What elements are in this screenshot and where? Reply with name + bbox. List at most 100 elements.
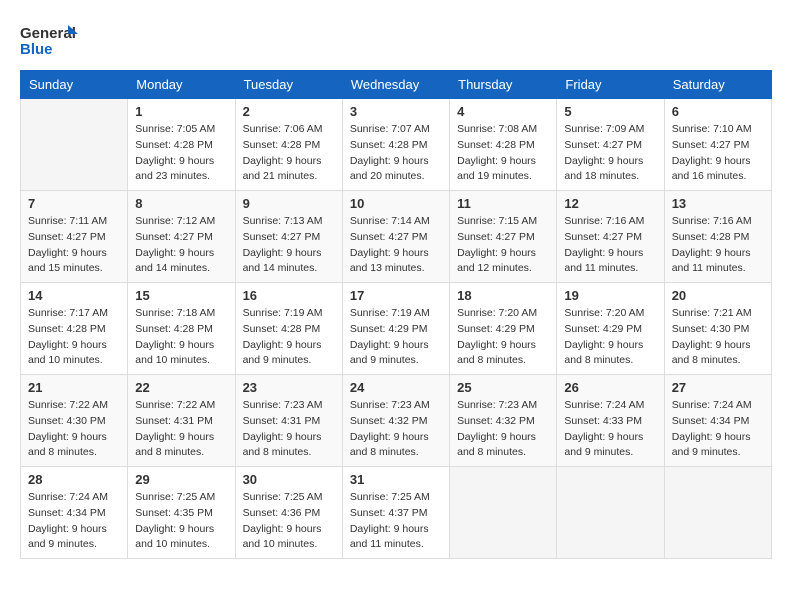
weekday-header: Tuesday (235, 71, 342, 99)
calendar-cell: 1 Sunrise: 7:05 AMSunset: 4:28 PMDaylight… (128, 99, 235, 191)
calendar-cell: 8 Sunrise: 7:12 AMSunset: 4:27 PMDaylight… (128, 191, 235, 283)
day-number: 9 (243, 196, 335, 211)
calendar-cell: 18Sunrise: 7:20 AMSunset: 4:29 PMDayligh… (450, 283, 557, 375)
day-info: Sunrise: 7:11 AMSunset: 4:27 PMDaylight:… (28, 214, 120, 277)
calendar-cell: 5 Sunrise: 7:09 AMSunset: 4:27 PMDaylight… (557, 99, 664, 191)
day-number: 3 (350, 104, 442, 119)
calendar-table: SundayMondayTuesdayWednesdayThursdayFrid… (20, 70, 772, 559)
calendar-cell: 22Sunrise: 7:22 AMSunset: 4:31 PMDayligh… (128, 375, 235, 467)
day-number: 31 (350, 472, 442, 487)
calendar-cell: 10 Sunrise: 7:14 AMSunset: 4:27 PMDayligh… (342, 191, 449, 283)
calendar-cell: 30 Sunrise: 7:25 AMSunset: 4:36 PMDayligh… (235, 467, 342, 559)
logo-svg: GeneralBlue (20, 20, 80, 60)
day-info: Sunrise: 7:07 AMSunset: 4:28 PMDaylight:… (350, 122, 442, 185)
weekday-header: Monday (128, 71, 235, 99)
calendar-cell: 12 Sunrise: 7:16 AMSunset: 4:27 PMDayligh… (557, 191, 664, 283)
day-number: 12 (564, 196, 656, 211)
day-info: Sunrise: 7:23 AMSunset: 4:31 PMDaylight:… (243, 398, 335, 461)
day-number: 14 (28, 288, 120, 303)
day-number: 28 (28, 472, 120, 487)
day-number: 30 (243, 472, 335, 487)
day-info: Sunrise: 7:25 AMSunset: 4:36 PMDaylight:… (243, 490, 335, 553)
day-info: Sunrise: 7:17 AMSunset: 4:28 PMDaylight:… (28, 306, 120, 369)
day-number: 23 (243, 380, 335, 395)
day-info: Sunrise: 7:08 AMSunset: 4:28 PMDaylight:… (457, 122, 549, 185)
weekday-header: Wednesday (342, 71, 449, 99)
calendar-week-row: 7 Sunrise: 7:11 AMSunset: 4:27 PMDaylight… (21, 191, 772, 283)
calendar-cell: 15 Sunrise: 7:18 AMSunset: 4:28 PMDayligh… (128, 283, 235, 375)
calendar-cell: 24 Sunrise: 7:23 AMSunset: 4:32 PMDayligh… (342, 375, 449, 467)
day-number: 17 (350, 288, 442, 303)
weekday-header: Sunday (21, 71, 128, 99)
calendar-cell: 2 Sunrise: 7:06 AMSunset: 4:28 PMDaylight… (235, 99, 342, 191)
day-number: 1 (135, 104, 227, 119)
calendar-cell: 25 Sunrise: 7:23 AMSunset: 4:32 PMDayligh… (450, 375, 557, 467)
day-number: 7 (28, 196, 120, 211)
day-info: Sunrise: 7:18 AMSunset: 4:28 PMDaylight:… (135, 306, 227, 369)
calendar-cell: 13 Sunrise: 7:16 AMSunset: 4:28 PMDayligh… (664, 191, 771, 283)
day-number: 27 (672, 380, 764, 395)
calendar-cell: 29Sunrise: 7:25 AMSunset: 4:35 PMDayligh… (128, 467, 235, 559)
day-info: Sunrise: 7:19 AMSunset: 4:29 PMDaylight:… (350, 306, 442, 369)
day-number: 4 (457, 104, 549, 119)
weekday-header: Saturday (664, 71, 771, 99)
svg-text:Blue: Blue (20, 41, 53, 58)
day-number: 24 (350, 380, 442, 395)
page-header: GeneralBlue (20, 20, 772, 60)
day-info: Sunrise: 7:16 AMSunset: 4:28 PMDaylight:… (672, 214, 764, 277)
day-info: Sunrise: 7:19 AMSunset: 4:28 PMDaylight:… (243, 306, 335, 369)
day-info: Sunrise: 7:22 AMSunset: 4:31 PMDaylight:… (135, 398, 227, 461)
day-info: Sunrise: 7:16 AMSunset: 4:27 PMDaylight:… (564, 214, 656, 277)
calendar-cell: 26Sunrise: 7:24 AMSunset: 4:33 PMDayligh… (557, 375, 664, 467)
calendar-cell: 27 Sunrise: 7:24 AMSunset: 4:34 PMDayligh… (664, 375, 771, 467)
day-info: Sunrise: 7:15 AMSunset: 4:27 PMDaylight:… (457, 214, 549, 277)
day-info: Sunrise: 7:14 AMSunset: 4:27 PMDaylight:… (350, 214, 442, 277)
day-info: Sunrise: 7:20 AMSunset: 4:29 PMDaylight:… (457, 306, 549, 369)
day-number: 8 (135, 196, 227, 211)
day-info: Sunrise: 7:22 AMSunset: 4:30 PMDaylight:… (28, 398, 120, 461)
day-number: 20 (672, 288, 764, 303)
day-number: 15 (135, 288, 227, 303)
day-info: Sunrise: 7:05 AMSunset: 4:28 PMDaylight:… (135, 122, 227, 185)
day-number: 10 (350, 196, 442, 211)
calendar-week-row: 14 Sunrise: 7:17 AMSunset: 4:28 PMDayligh… (21, 283, 772, 375)
day-number: 6 (672, 104, 764, 119)
day-number: 19 (564, 288, 656, 303)
weekday-header: Thursday (450, 71, 557, 99)
day-info: Sunrise: 7:06 AMSunset: 4:28 PMDaylight:… (243, 122, 335, 185)
calendar-cell: 6 Sunrise: 7:10 AMSunset: 4:27 PMDaylight… (664, 99, 771, 191)
day-info: Sunrise: 7:24 AMSunset: 4:34 PMDaylight:… (28, 490, 120, 553)
day-info: Sunrise: 7:12 AMSunset: 4:27 PMDaylight:… (135, 214, 227, 277)
day-info: Sunrise: 7:24 AMSunset: 4:34 PMDaylight:… (672, 398, 764, 461)
day-info: Sunrise: 7:23 AMSunset: 4:32 PMDaylight:… (350, 398, 442, 461)
day-info: Sunrise: 7:24 AMSunset: 4:33 PMDaylight:… (564, 398, 656, 461)
calendar-cell: 3 Sunrise: 7:07 AMSunset: 4:28 PMDaylight… (342, 99, 449, 191)
calendar-week-row: 21 Sunrise: 7:22 AMSunset: 4:30 PMDayligh… (21, 375, 772, 467)
calendar-cell: 17 Sunrise: 7:19 AMSunset: 4:29 PMDayligh… (342, 283, 449, 375)
day-number: 5 (564, 104, 656, 119)
calendar-cell: 28 Sunrise: 7:24 AMSunset: 4:34 PMDayligh… (21, 467, 128, 559)
day-number: 21 (28, 380, 120, 395)
calendar-cell (664, 467, 771, 559)
day-info: Sunrise: 7:09 AMSunset: 4:27 PMDaylight:… (564, 122, 656, 185)
day-info: Sunrise: 7:25 AMSunset: 4:37 PMDaylight:… (350, 490, 442, 553)
calendar-cell: 20 Sunrise: 7:21 AMSunset: 4:30 PMDayligh… (664, 283, 771, 375)
day-number: 16 (243, 288, 335, 303)
calendar-cell: 4 Sunrise: 7:08 AMSunset: 4:28 PMDaylight… (450, 99, 557, 191)
day-info: Sunrise: 7:21 AMSunset: 4:30 PMDaylight:… (672, 306, 764, 369)
day-number: 2 (243, 104, 335, 119)
calendar-cell: 16 Sunrise: 7:19 AMSunset: 4:28 PMDayligh… (235, 283, 342, 375)
calendar-header-row: SundayMondayTuesdayWednesdayThursdayFrid… (21, 71, 772, 99)
day-info: Sunrise: 7:20 AMSunset: 4:29 PMDaylight:… (564, 306, 656, 369)
calendar-cell: 14 Sunrise: 7:17 AMSunset: 4:28 PMDayligh… (21, 283, 128, 375)
logo: GeneralBlue (20, 20, 80, 60)
weekday-header: Friday (557, 71, 664, 99)
day-number: 11 (457, 196, 549, 211)
calendar-cell: 9 Sunrise: 7:13 AMSunset: 4:27 PMDaylight… (235, 191, 342, 283)
day-number: 13 (672, 196, 764, 211)
day-info: Sunrise: 7:10 AMSunset: 4:27 PMDaylight:… (672, 122, 764, 185)
day-info: Sunrise: 7:13 AMSunset: 4:27 PMDaylight:… (243, 214, 335, 277)
day-number: 25 (457, 380, 549, 395)
day-info: Sunrise: 7:23 AMSunset: 4:32 PMDaylight:… (457, 398, 549, 461)
calendar-cell (557, 467, 664, 559)
